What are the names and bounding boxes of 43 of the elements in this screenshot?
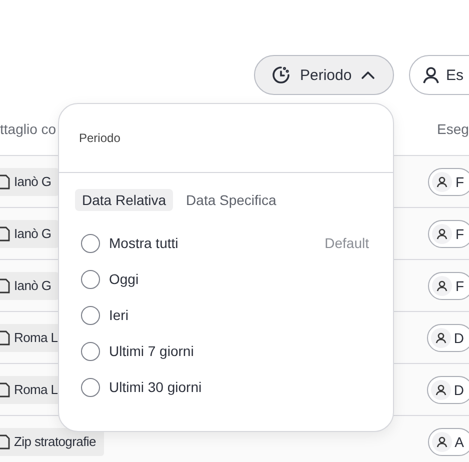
user-chip[interactable]: D (426, 324, 469, 352)
user-icon (430, 380, 451, 400)
radio-button[interactable] (81, 270, 100, 288)
tab[interactable]: Data Relativa (75, 189, 174, 211)
document-icon (0, 330, 10, 346)
column-header: Eseg (437, 121, 469, 137)
radio-button[interactable] (81, 378, 100, 396)
user-chip[interactable]: A (428, 428, 469, 456)
filter-button[interactable]: Es (409, 55, 469, 95)
column-header: ttaglio co (0, 121, 58, 137)
document-icon (0, 382, 10, 398)
document-icon (0, 226, 10, 242)
user-icon (432, 172, 452, 192)
user-chip[interactable]: F (428, 272, 469, 300)
option-label[interactable]: Oggi (109, 271, 139, 287)
document-chip[interactable]: Zip stratografie (0, 428, 104, 456)
document-chip[interactable]: Ianò G (0, 272, 60, 300)
radio-button[interactable] (81, 234, 100, 252)
user-icon (421, 65, 441, 85)
user-chip[interactable]: F (428, 168, 469, 196)
filter-button[interactable]: Periodo (254, 55, 394, 95)
chevron-icon (360, 70, 375, 80)
document-chip[interactable]: Ianò G (0, 168, 60, 196)
user-chip[interactable]: F (428, 220, 469, 248)
tab[interactable]: Data Specifica (179, 189, 284, 211)
document-icon (0, 278, 10, 294)
user-icon (432, 432, 452, 452)
user-icon (432, 276, 452, 296)
option-label[interactable]: Ultimi 7 giorni (109, 343, 194, 359)
document-icon (0, 434, 10, 450)
user-chip[interactable]: D (426, 376, 469, 404)
default-label: Default (324, 235, 369, 251)
option-label[interactable]: Mostra tutti (109, 235, 178, 251)
radio-button[interactable] (81, 342, 100, 360)
document-icon (0, 174, 10, 190)
option-label[interactable]: Ieri (109, 307, 128, 323)
user-icon (432, 224, 452, 244)
popover-title: Periodo (78, 130, 122, 145)
radio-button[interactable] (81, 306, 100, 324)
option-label[interactable]: Ultimi 30 giorni (109, 379, 202, 395)
user-icon (430, 328, 451, 348)
clock-icon (271, 65, 291, 85)
document-chip[interactable]: Ianò G (0, 220, 60, 248)
